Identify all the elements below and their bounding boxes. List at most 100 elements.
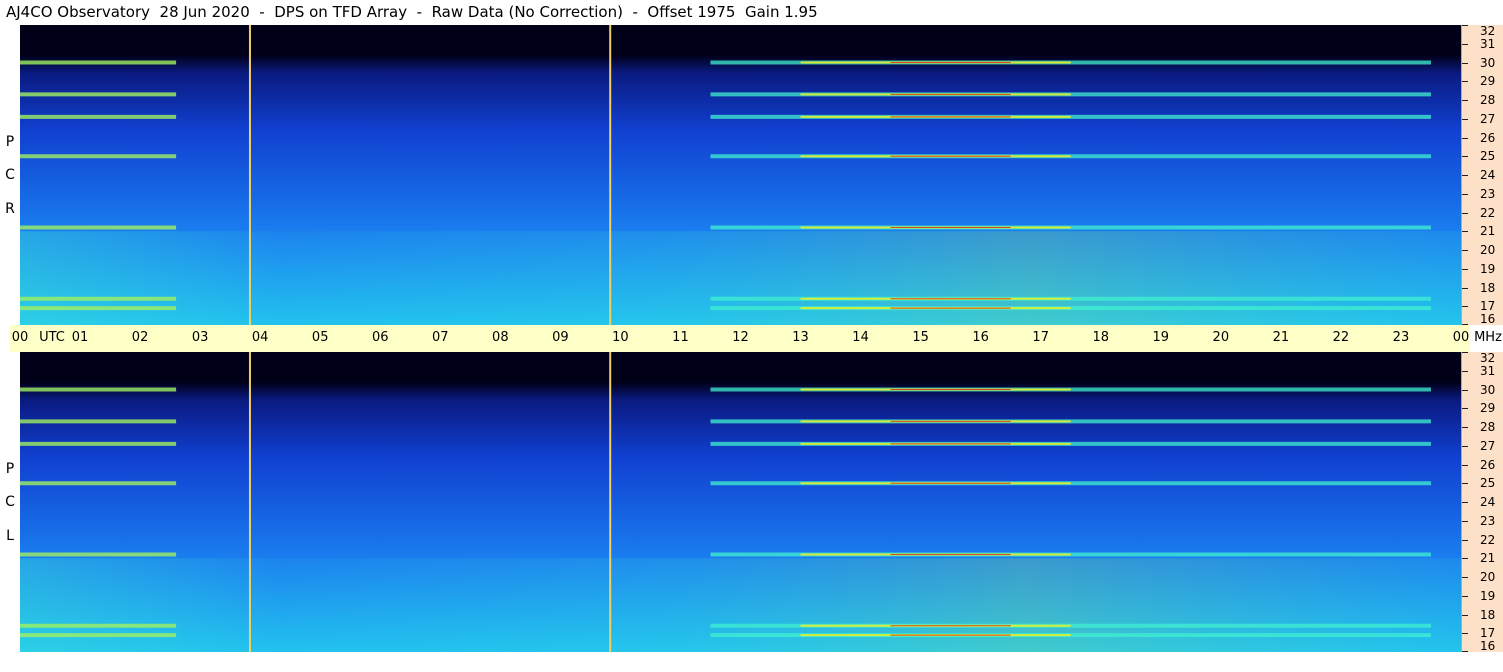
utc-tick-label: 16: [972, 330, 989, 345]
utc-tick-label: 20: [1212, 330, 1230, 345]
utc-tick-label: 00: [11, 330, 29, 345]
rcp-freq-tick: [1462, 137, 1468, 139]
rcp-frequency-axis: 32 31 30 29 28 27 26 25 24 23 22 21 20 19 18 17 16: [1461, 25, 1503, 325]
utc-tick-label: 02: [131, 330, 149, 345]
lcp-freq-tick: [1462, 370, 1468, 372]
rcp-spectrogram-plot: [20, 25, 1461, 325]
utc-tick-label: 15: [912, 330, 929, 345]
rcp-freq-tick: [1462, 193, 1468, 195]
spectrogram-window: AJ4CO Observatory 28 Jun 2020 - DPS on T…: [0, 0, 1503, 672]
lcp-freq-label: 22: [1480, 532, 1496, 547]
rcp-freq-tick: [1462, 231, 1468, 233]
lcp-freq-tick: [1462, 614, 1468, 616]
lcp-freq-label: 32: [1480, 351, 1496, 365]
rcp-freq-label: 24: [1480, 168, 1496, 182]
lcp-freq-tick: [1462, 558, 1468, 560]
lcp-label-letter-3: L: [6, 528, 14, 544]
utc-tick-label: 23: [1392, 330, 1410, 345]
lcp-freq-tick: [1462, 520, 1468, 522]
utc-tick-label: 21: [1272, 330, 1290, 345]
utc-tick-label: 08: [492, 330, 509, 345]
lcp-freq-label: 26: [1480, 457, 1496, 472]
lcp-freq-tick: [1462, 577, 1468, 578]
lcp-frequency-axis: 32 31 30 29 28 27 26 25 24 23 22 21 20 19 18 17 16: [1461, 352, 1503, 652]
lcp-low-band-glow: [20, 558, 1461, 652]
lcp-freq-label: 27: [1480, 438, 1496, 453]
chart-title: AJ4CO Observatory 28 Jun 2020 - DPS on T…: [6, 3, 818, 21]
rcp-freq-label: 29: [1480, 74, 1496, 89]
utc-tick-label: 19: [1152, 330, 1170, 345]
lcp-freq-tick: [1462, 352, 1468, 353]
utc-unit-label: UTC: [39, 330, 65, 345]
rcp-spectrogram[interactable]: [20, 25, 1461, 325]
lcp-freq-label: 16: [1480, 639, 1496, 653]
rcp-label-letter-1: P: [5, 134, 15, 150]
lcp-freq-tick: [1462, 633, 1468, 635]
lcp-freq-tick: [1462, 539, 1468, 541]
lcp-label-letter-1: P: [5, 461, 15, 477]
lcp-spectrogram[interactable]: [20, 352, 1461, 652]
rcp-freq-tick: [1462, 118, 1468, 120]
lcp-freq-label: 24: [1480, 495, 1496, 509]
lcp-freq-label: 18: [1480, 607, 1496, 622]
rcp-freq-tick: [1462, 212, 1468, 214]
utc-tick-label: 07: [432, 330, 449, 345]
rcp-freq-label: 26: [1480, 130, 1496, 145]
rcp-freq-tick: [1462, 175, 1468, 176]
lcp-spectrogram-plot: [20, 352, 1461, 652]
rcp-freq-tick: [1462, 100, 1468, 101]
lcp-freq-tick: [1462, 427, 1468, 428]
lcp-freq-label: 17: [1480, 626, 1496, 641]
rcp-freq-label: 21: [1480, 224, 1496, 239]
lcp-freq-label: 21: [1480, 551, 1496, 566]
utc-tick-label: 01: [71, 330, 89, 345]
lcp-freq-label: 29: [1480, 401, 1496, 416]
rcp-freq-tick: [1462, 156, 1468, 158]
lcp-label-letter-2: C: [5, 494, 15, 510]
rcp-freq-tick: [1462, 81, 1468, 83]
rcp-freq-label: 27: [1480, 111, 1496, 126]
rcp-freq-label: 20: [1480, 243, 1496, 257]
rcp-label-strip: P C R: [0, 25, 20, 325]
utc-tick-label: 14: [852, 330, 869, 345]
rcp-low-band-glow: [20, 231, 1461, 325]
rcp-freq-label: 22: [1480, 205, 1496, 220]
utc-tick-label: 22: [1332, 330, 1350, 345]
utc-tick-label: 06: [371, 330, 389, 345]
utc-tick-label: 11: [672, 330, 689, 345]
rcp-freq-label: 17: [1480, 299, 1496, 314]
lcp-freq-tick: [1462, 408, 1468, 410]
lcp-freq-label: 30: [1480, 382, 1496, 397]
utc-tick-label: 05: [311, 330, 329, 345]
lcp-label-strip: P C L: [0, 352, 20, 652]
rcp-freq-label: 23: [1480, 186, 1496, 201]
utc-time-axis: 00 01 02 03 04 05 06 07 08 09 10 11 12 13 14 15 16 17 18 19…: [10, 325, 1502, 352]
rcp-freq-tick: [1462, 43, 1468, 45]
lcp-freq-label: 20: [1480, 570, 1496, 584]
rcp-freq-label: 32: [1480, 24, 1496, 38]
lcp-freq-label: 23: [1480, 513, 1496, 528]
lcp-freq-label: 25: [1480, 476, 1496, 491]
rcp-freq-tick: [1462, 250, 1468, 251]
rcp-freq-tick: [1462, 62, 1468, 64]
utc-tick-label: 13: [792, 330, 809, 345]
lcp-freq-tick: [1462, 502, 1468, 503]
mhz-unit-label: MHz: [1474, 330, 1502, 345]
lcp-freq-tick: [1462, 595, 1468, 597]
rcp-freq-tick: [1462, 306, 1468, 308]
utc-tick-label: 09: [552, 330, 569, 345]
rcp-label-letter-2: C: [5, 167, 15, 183]
rcp-freq-label: 30: [1480, 55, 1496, 70]
utc-tick-label: 10: [612, 330, 629, 345]
rcp-freq-label: 25: [1480, 149, 1496, 164]
rcp-freq-label: 28: [1480, 93, 1496, 107]
utc-tick-label: 04: [251, 330, 269, 345]
lcp-freq-tick: [1462, 651, 1468, 652]
rcp-freq-tick: [1462, 287, 1468, 289]
lcp-freq-tick: [1462, 445, 1468, 447]
utc-tick-label: 18: [1092, 330, 1110, 345]
utc-tick-label: 17: [1032, 330, 1049, 345]
rcp-freq-label: 31: [1480, 36, 1496, 51]
lcp-freq-label: 28: [1480, 420, 1496, 434]
utc-tick-label: 12: [732, 330, 749, 345]
